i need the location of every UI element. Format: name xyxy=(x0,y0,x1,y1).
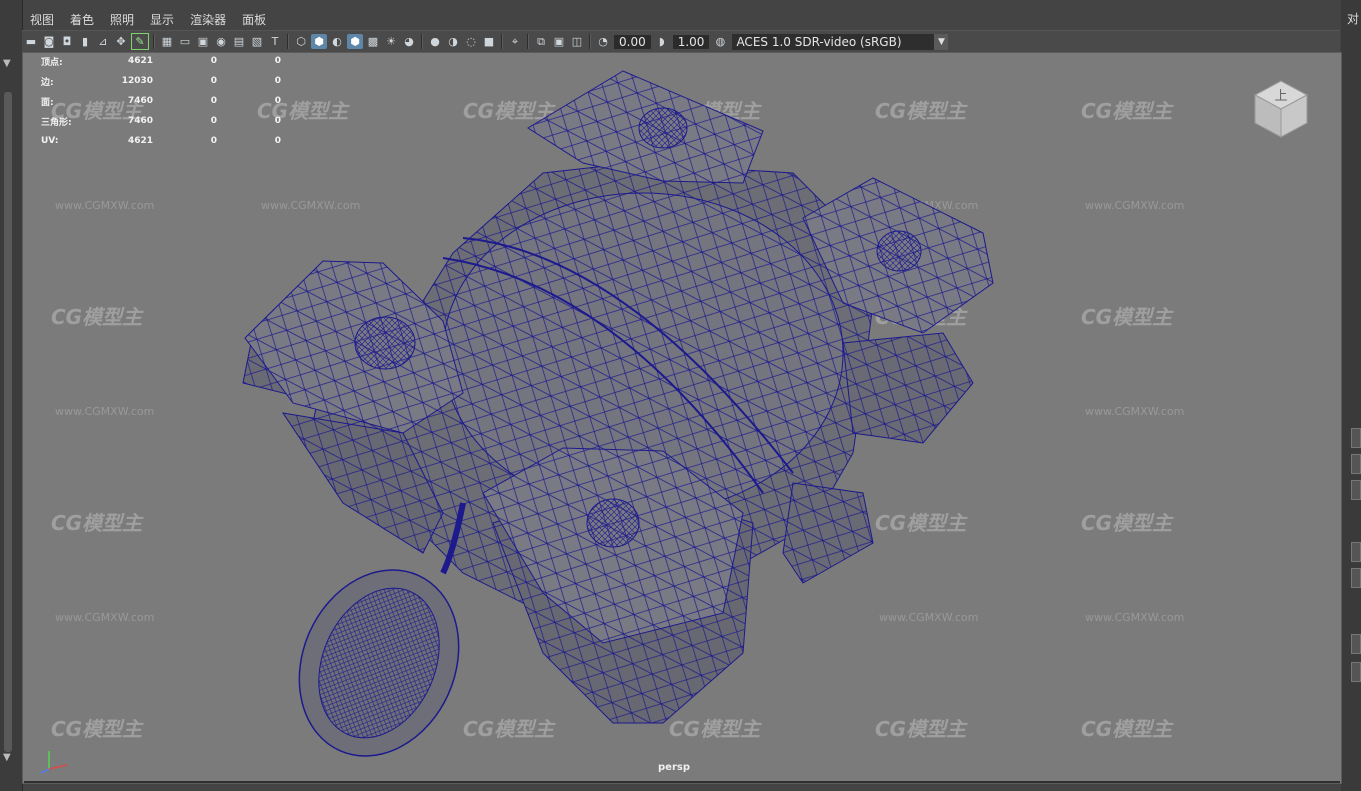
hud-label: 三角形: xyxy=(41,117,72,128)
chevron-down-icon[interactable]: ▼ xyxy=(934,33,949,50)
mesh-render[interactable] xyxy=(23,53,1341,783)
hud-row-uvs: UV: 4621 0 0 xyxy=(41,131,281,151)
hud-value: 0 xyxy=(274,56,281,66)
right-panel-label: 对 xyxy=(1346,12,1359,26)
hud-value: 0 xyxy=(210,96,217,106)
viewport-bottom-border xyxy=(24,781,1340,783)
colorspace-icon[interactable]: ◍ xyxy=(712,34,728,49)
perspective-viewport[interactable]: CG模型主 CG模型主 CG模型主 CG模型主 CG模型主 CG模型主 CG模型… xyxy=(22,52,1342,784)
exposure-icon[interactable]: ◔ xyxy=(595,34,611,49)
wireframe-on-shaded-icon[interactable]: ⬢ xyxy=(347,34,363,49)
scroll-up-icon[interactable]: ▼ xyxy=(3,58,11,69)
hud-label: 面: xyxy=(41,97,54,108)
axis-gizmo-icon xyxy=(40,751,68,774)
hud-row-vertices: 顶点: 4621 0 0 xyxy=(41,53,281,71)
film-gate-icon[interactable]: ▭ xyxy=(177,34,193,49)
right-side-button[interactable] xyxy=(1351,634,1361,654)
hud-row-faces: 面: 7460 0 0 xyxy=(41,91,281,111)
textured-icon[interactable]: ▩ xyxy=(365,34,381,49)
camera-attr-icon[interactable]: ◙ xyxy=(41,34,57,49)
gamma-icon[interactable]: ◗ xyxy=(654,34,670,49)
hud-value: 7460 xyxy=(127,116,153,126)
default-material-icon[interactable]: ◐ xyxy=(329,34,345,49)
move-tool-icon[interactable]: ✥ xyxy=(113,34,129,49)
gamma-field[interactable]: 1.00 xyxy=(672,34,710,49)
hud-value: 0 xyxy=(274,96,281,106)
resolution-gate-icon[interactable]: ▣ xyxy=(195,34,211,49)
color-space-dropdown[interactable]: ACES 1.0 SDR-video (sRGB) xyxy=(732,33,935,50)
hud-value: 4621 xyxy=(127,136,153,146)
hud-icon[interactable]: ⧉ xyxy=(533,34,549,49)
shadow-icon[interactable]: ◕ xyxy=(401,34,417,49)
hud-value: 0 xyxy=(210,116,217,126)
xray-icon[interactable]: ● xyxy=(427,34,443,49)
menu-renderer[interactable]: 渲染器 xyxy=(182,11,234,28)
right-side-button[interactable] xyxy=(1351,662,1361,682)
hud-value: 0 xyxy=(210,56,217,66)
right-side-button[interactable] xyxy=(1351,454,1361,474)
depth-icon[interactable]: ▣ xyxy=(551,34,567,49)
poly-count-hud: 顶点: 4621 0 0 边: 12030 0 0 面: 7460 0 0 三角… xyxy=(41,53,281,151)
motion-blur-icon[interactable]: ◫ xyxy=(569,34,585,49)
ambient-occlusion-icon[interactable]: ◌ xyxy=(463,34,479,49)
hud-row-edges: 边: 12030 0 0 xyxy=(41,71,281,91)
hud-value: 7460 xyxy=(127,96,153,106)
hud-label: UV: xyxy=(41,136,59,146)
text-icon[interactable]: T xyxy=(267,34,283,49)
camera-lock-icon[interactable]: ◘ xyxy=(59,34,75,49)
hud-value: 0 xyxy=(274,136,281,146)
menu-view[interactable]: 视图 xyxy=(22,11,62,28)
antialias-icon[interactable]: ■ xyxy=(481,34,497,49)
exposure-field[interactable]: 0.00 xyxy=(614,34,651,49)
hud-value: 12030 xyxy=(121,76,153,86)
hud-value: 0 xyxy=(274,116,281,126)
field-chart-icon[interactable]: ▤ xyxy=(231,34,247,49)
camera-icon[interactable]: ▬ xyxy=(23,34,39,49)
safe-action-icon[interactable]: ◉ xyxy=(213,34,229,49)
viewcube-icon[interactable]: 上 xyxy=(1249,77,1313,141)
viewcube-face-label: 上 xyxy=(1274,89,1287,104)
hud-row-triangles: 三角形: 7460 0 0 xyxy=(41,111,281,131)
right-side-button[interactable] xyxy=(1351,568,1361,588)
panel-toolbar: ▬ ◙ ◘ ▮ ⊿ ✥ ✎ ▦ ▭ ▣ ◉ ▤ ▧ T ⬡ ⬢ ◐ ⬢ ▩ ☀ … xyxy=(22,30,1340,53)
hud-value: 0 xyxy=(210,136,217,146)
hud-value: 0 xyxy=(210,76,217,86)
menu-lighting[interactable]: 照明 xyxy=(102,11,142,28)
pendant-loop xyxy=(298,502,466,757)
bookmark-icon[interactable]: ▮ xyxy=(77,34,93,49)
xray-joints-icon[interactable]: ◑ xyxy=(445,34,461,49)
menu-panels[interactable]: 面板 xyxy=(234,11,274,28)
panel-menubar: 视图 着色 照明 显示 渲染器 面板 xyxy=(22,8,274,30)
light-icon[interactable]: ☀ xyxy=(383,34,399,49)
left-scrollbar[interactable] xyxy=(4,92,12,752)
right-side-button[interactable] xyxy=(1351,480,1361,500)
grease-pencil-icon[interactable]: ✎ xyxy=(131,33,149,50)
right-panel-strip: 对 xyxy=(1341,0,1361,791)
scroll-down-icon[interactable]: ▼ xyxy=(3,752,11,763)
grid-icon[interactable]: ▦ xyxy=(159,34,175,49)
isolate-icon[interactable]: ⌖ xyxy=(507,34,523,49)
right-side-button[interactable] xyxy=(1351,428,1361,448)
left-panel-strip: ▼ ▼ xyxy=(0,0,23,791)
hud-label: 边: xyxy=(41,77,54,88)
hud-value: 0 xyxy=(274,76,281,86)
hud-value: 4621 xyxy=(127,56,153,66)
menu-show[interactable]: 显示 xyxy=(142,11,182,28)
corner-block-left xyxy=(244,260,464,434)
safe-title-icon[interactable]: ▧ xyxy=(249,34,265,49)
right-side-button[interactable] xyxy=(1351,542,1361,562)
hud-label: 顶点: xyxy=(41,57,63,68)
smooth-shade-icon[interactable]: ⬢ xyxy=(311,34,327,49)
menu-shading[interactable]: 着色 xyxy=(62,11,102,28)
corner-block-top xyxy=(527,70,764,184)
camera-label: persp xyxy=(658,762,690,773)
wireframe-icon[interactable]: ⬡ xyxy=(293,34,309,49)
image-plane-icon[interactable]: ⊿ xyxy=(95,34,111,49)
